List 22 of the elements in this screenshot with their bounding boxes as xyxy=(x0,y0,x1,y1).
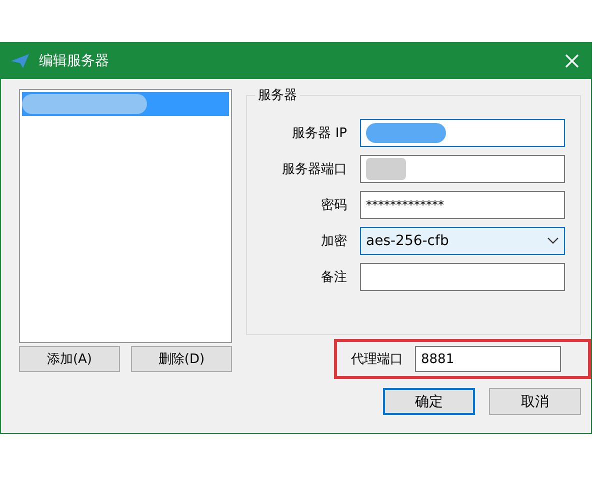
window-title: 编辑服务器 xyxy=(39,52,110,70)
field-label: 服务器端口 xyxy=(281,161,347,178)
close-icon[interactable] xyxy=(565,54,579,68)
dialog-button[interactable]: 取消 xyxy=(489,388,581,415)
group-title: 服务器 xyxy=(255,86,300,104)
input-field[interactable] xyxy=(360,119,565,147)
field-label: 密码 xyxy=(320,197,347,214)
field-label: 加密 xyxy=(320,233,347,250)
field-label: 服务器 IP xyxy=(291,125,347,142)
list-button[interactable]: 删除(D) xyxy=(131,346,232,372)
paper-plane-icon xyxy=(11,54,29,68)
chevron-down-icon xyxy=(547,237,559,245)
list-button[interactable]: 添加(A) xyxy=(19,346,120,372)
encryption-dropdown[interactable]: aes-256-cfb xyxy=(360,227,565,255)
input-field[interactable]: 8881 xyxy=(415,346,561,372)
input-field[interactable] xyxy=(360,263,565,291)
dialog-button[interactable]: 确定 xyxy=(383,388,475,415)
field-label: 备注 xyxy=(320,269,347,286)
input-field[interactable]: ************* xyxy=(360,191,565,219)
field-label: 代理端口 xyxy=(351,351,403,368)
server-list[interactable] xyxy=(19,89,232,343)
input-field[interactable] xyxy=(360,155,565,183)
